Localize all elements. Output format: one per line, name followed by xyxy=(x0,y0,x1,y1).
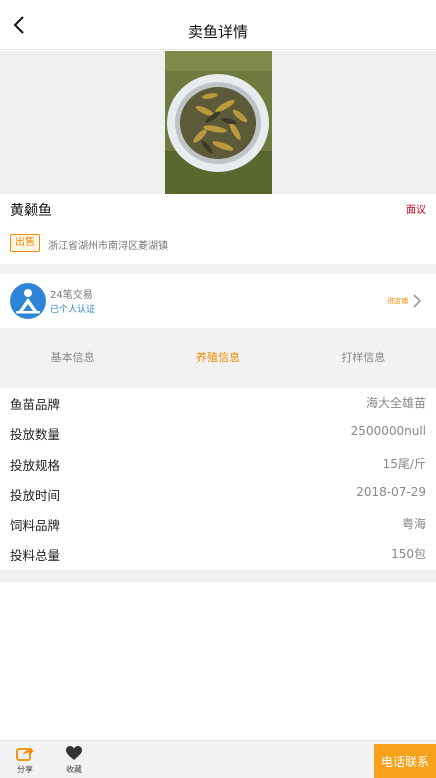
detail-label: 饲料品牌 xyxy=(10,518,61,534)
detail-row-feed-total: 投料总量 150包 xyxy=(0,539,436,569)
section-divider xyxy=(0,570,436,582)
sell-tag-badge: 出售 xyxy=(10,234,40,252)
farming-details-list: 鱼苗品牌 海大全雄苗 投放数量 2500000null 投放规格 15尾/斤 投… xyxy=(0,388,436,570)
detail-value: 2018-07-29 xyxy=(356,484,426,499)
detail-label: 投料总量 xyxy=(10,548,61,564)
favorite-button[interactable]: 收藏 xyxy=(54,745,94,775)
detail-value: 粤海 xyxy=(401,517,426,532)
bottom-action-bar: 分享 收藏 电话联系 xyxy=(0,740,436,778)
tab-basic-info[interactable]: 基本信息 xyxy=(0,340,145,376)
section-divider xyxy=(0,376,436,388)
seller-avatar xyxy=(10,283,46,319)
tab-sampling-info[interactable]: 打样信息 xyxy=(291,340,436,376)
fish-name: 黄颡鱼 xyxy=(10,203,52,219)
fish-basin-photo[interactable] xyxy=(165,51,272,194)
verification-status: 已个人认证 xyxy=(50,305,96,315)
product-info-section: 黄颡鱼 面议 出售 浙江省湖州市南浔区菱湖镇 xyxy=(0,194,436,264)
detail-row-fry-brand: 鱼苗品牌 海大全雄苗 xyxy=(0,388,436,418)
detail-value: 2500000null xyxy=(350,424,426,439)
call-contact-button[interactable]: 电话联系 xyxy=(374,744,436,778)
section-divider xyxy=(0,328,436,340)
tab-farming-info[interactable]: 养殖信息 xyxy=(145,340,290,376)
product-image-area xyxy=(0,51,436,194)
page-title: 卖鱼详情 xyxy=(187,23,248,41)
detail-label: 鱼苗品牌 xyxy=(10,397,61,412)
share-button[interactable]: 分享 xyxy=(5,745,45,775)
detail-label: 投放时间 xyxy=(10,487,61,503)
enter-shop-link[interactable]: 进店铺 xyxy=(387,296,408,306)
detail-row-feed-brand: 饲料品牌 粤海 xyxy=(0,509,436,539)
share-icon xyxy=(16,747,34,761)
detail-value: 15尾/斤 xyxy=(382,456,426,471)
location-text: 浙江省湖州市南浔区菱湖镇 xyxy=(48,241,168,252)
favorite-label: 收藏 xyxy=(66,765,82,774)
heart-icon xyxy=(66,746,82,760)
trade-count: 24笔交易 xyxy=(50,290,93,301)
detail-label: 投放数量 xyxy=(10,427,61,443)
detail-value: 150包 xyxy=(391,547,426,562)
seller-card[interactable]: 24笔交易 已个人认证 进店铺 xyxy=(0,274,436,328)
detail-label: 投放规格 xyxy=(10,457,61,473)
section-divider xyxy=(0,264,436,274)
detail-value: 海大全雄苗 xyxy=(365,396,426,410)
chevron-right-icon[interactable] xyxy=(412,294,422,308)
detail-row-stock-spec: 投放规格 15尾/斤 xyxy=(0,449,436,479)
detail-row-stock-date: 投放时间 2018-07-29 xyxy=(0,479,436,509)
detail-row-stock-quantity: 投放数量 2500000null xyxy=(0,418,436,448)
negotiable-price-link[interactable]: 面议 xyxy=(406,201,426,216)
top-navigation-bar: 卖鱼详情 xyxy=(0,0,436,50)
info-tabs: 基本信息 养殖信息 打样信息 xyxy=(0,340,436,376)
share-label: 分享 xyxy=(17,765,33,774)
